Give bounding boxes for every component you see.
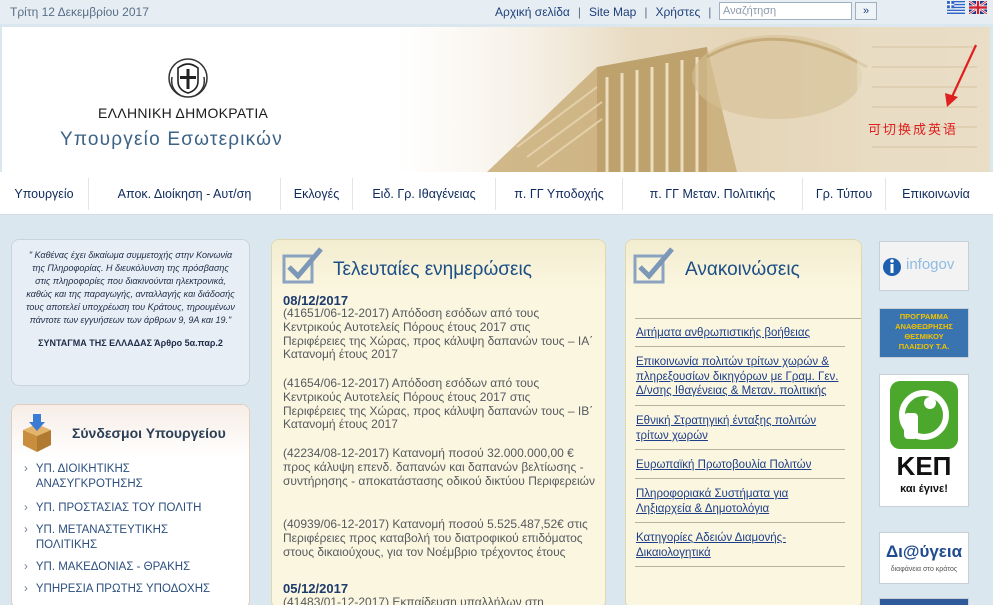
- announcement-link[interactable]: Αιτήματα ανθρωπιστικής βοήθειας: [636, 326, 846, 341]
- greek-emblem-icon: [168, 58, 208, 98]
- nav-item-elections[interactable]: Εκλογές: [281, 178, 353, 210]
- latest-updates-panel: Τελευταίες ενημερώσεις 08/12/2017 (41651…: [271, 239, 606, 605]
- news-item[interactable]: (41651/06-12-2017) Απόδοση εσόδων από το…: [283, 306, 596, 362]
- quote-source: ΣΥΝΤΑΓΜΑ ΤΗΣ ΕΛΛΑΔΑΣ Άρθρο 5α.παρ.2: [38, 338, 223, 348]
- diavgeia-banner[interactable]: Δι@ύγεια διαφάνεια στο κράτος: [879, 532, 969, 584]
- main-nav: Υπουργείο Αποκ. Διοίκηση - Αυτ/ση Εκλογέ…: [0, 172, 993, 215]
- infogov-banner[interactable]: infogov: [879, 241, 969, 291]
- link-label: ΥΠ. ΔΙΟΙΚΗΤΙΚΗΣ ΑΝΑΣΥΓΚΡΟΤΗΣΗΣ: [35, 463, 143, 490]
- quote-text: " Καθένας έχει δικαίωμα συμμετοχής στην …: [26, 250, 235, 325]
- announcement-link[interactable]: Πληροφοριακά Συστήματα για Ληξιαρχεία & …: [636, 487, 846, 516]
- divider: [635, 318, 861, 319]
- nav-item-contact[interactable]: Επικοινωνία: [886, 178, 986, 210]
- separator: |: [644, 5, 648, 19]
- announcement-link[interactable]: Ευρωπαϊκή Πρωτοβουλία Πολιτών: [636, 458, 846, 473]
- links-title: Σύνδεσμοι Υπουργείου: [72, 425, 226, 441]
- link-label: ΥΠ. ΠΡΟΣΤΑΣΙΑΣ ΤΟΥ ΠΟΛΙΤΗ: [35, 502, 202, 514]
- kep-label: ΚΕΠ: [896, 451, 952, 481]
- kep-banner[interactable]: ΚΕΠ και έγινε!: [879, 374, 969, 507]
- announcement-link[interactable]: Επικοινωνία πολιτών τρίτων χωρών & πληρε…: [636, 355, 846, 399]
- annotation-arrow-icon: [945, 44, 977, 107]
- separator: |: [708, 5, 712, 19]
- ministry-title: Υπουργείο Εσωτερικών: [60, 129, 283, 150]
- top-bar: Τρίτη 12 Δεκεμβρίου 2017 Αρχική σελίδα |…: [0, 0, 993, 24]
- ministry-building-image: [477, 27, 990, 172]
- infogov-label: infogov: [906, 256, 955, 273]
- users-link[interactable]: Χρήστες: [655, 5, 700, 19]
- uk-flag-icon[interactable]: [969, 1, 987, 14]
- link-item[interactable]: › ΥΠ. ΔΙΟΙΚΗΤΙΚΗΣ ΑΝΑΣΥΓΚΡΟΤΗΣΗΣ: [24, 462, 186, 492]
- arrow-icon: ›: [24, 463, 28, 475]
- top-links: Αρχική σελίδα | Site Map | Χρήστες |: [495, 5, 719, 19]
- news-item[interactable]: (41483/01-12-2017) Εκπαίδευση υπαλλήλων …: [283, 595, 596, 605]
- programme-line: ΑΝΑΘΕΩΡΗΣΗΣ: [895, 322, 953, 331]
- checkmark-icon: [633, 247, 674, 284]
- announcements-panel: Ανακοινώσεις Αιτήματα ανθρωπιστικής βοήθ…: [625, 239, 862, 605]
- diavgeia-subtitle: διαφάνεια στο κράτος: [890, 566, 958, 573]
- divider: [635, 522, 845, 523]
- arrow-icon: ›: [24, 583, 28, 595]
- divider: [635, 405, 845, 406]
- announcement-link[interactable]: Εθνική Στρατηγική ένταξης πολιτών τρίτων…: [636, 414, 846, 443]
- arrow-icon: ›: [24, 561, 28, 573]
- checkmark-icon: [282, 247, 323, 284]
- news-date: 05/12/2017: [283, 581, 349, 596]
- link-item[interactable]: › ΥΠ. ΜΕΤΑΝΑΣΤΕΥΤΙΚΗΣ ΠΟΛΙΤΙΚΗΣ: [24, 523, 186, 553]
- republic-title: ΕΛΛΗΝΙΚΗ ΔΗΜΟΚΡΑΤΙΑ: [98, 105, 269, 121]
- link-item[interactable]: › ΥΠ. ΠΡΟΣΤΑΣΙΑΣ ΤΟΥ ΠΟΛΙΤΗ: [24, 501, 201, 516]
- divider: [635, 478, 845, 479]
- search-button[interactable]: »: [855, 2, 877, 20]
- link-label: ΥΠ. ΜΑΚΕΔΟΝΙΑΣ - ΘΡΑΚΗΣ: [35, 561, 191, 573]
- annotation-text: 可切换成英语: [868, 123, 959, 138]
- divider: [635, 566, 845, 567]
- constitution-quote-box: " Καθένας έχει δικαίωμα συμμετοχής στην …: [11, 239, 250, 386]
- sitemap-link[interactable]: Site Map: [589, 5, 636, 19]
- announcements-title: Ανακοινώσεις: [685, 259, 800, 280]
- news-item[interactable]: (41654/06-12-2017) Απόδοση εσόδων από το…: [283, 376, 596, 432]
- announcement-link[interactable]: Κατηγορίες Αδειών Διαμονής-Δικαιολογητικ…: [636, 531, 846, 560]
- nav-item-decentralized-admin[interactable]: Αποκ. Διοίκηση - Αυτ/ση: [89, 178, 281, 210]
- divider: [635, 346, 845, 347]
- programme-banner[interactable]: ΠΡΟΓΡΑΜΜΑ ΑΝΑΘΕΩΡΗΣΗΣ ΘΕΣΜΙΚΟΥ ΠΛΑΙΣΙΟΥ …: [879, 308, 969, 358]
- package-download-icon: [23, 414, 51, 452]
- programme-line: ΘΕΣΜΙΚΟΥ: [904, 332, 944, 341]
- link-item[interactable]: › ΥΠ. ΜΑΚΕΔΟΝΙΑΣ - ΘΡΑΚΗΣ: [24, 560, 190, 575]
- link-item[interactable]: › ΥΠΗΡΕΣΙΑ ΠΡΩΤΗΣ ΥΠΟΔΟΧΗΣ: [24, 582, 210, 597]
- latest-updates-title: Τελευταίες ενημερώσεις: [333, 259, 532, 280]
- nav-item-migration-policy[interactable]: π. ΓΓ Μεταν. Πολιτικής: [623, 178, 803, 210]
- search-input[interactable]: [719, 2, 852, 20]
- nav-item-ministry[interactable]: Υπουργείο: [0, 178, 89, 210]
- news-item[interactable]: (42234/08-12-2017) Κατανομή ποσού 32.000…: [283, 446, 596, 488]
- link-label: ΥΠΗΡΕΣΙΑ ΠΡΩΤΗΣ ΥΠΟΔΟΧΗΣ: [35, 583, 211, 595]
- diavgeia-label: Δι@ύγεια: [885, 542, 963, 561]
- nav-item-reception[interactable]: π. ΓΓ Υποδοχής: [496, 178, 623, 210]
- programme-line: ΠΛΑΙΣΙΟΥ Τ.Α.: [898, 342, 950, 351]
- page: Τρίτη 12 Δεκεμβρίου 2017 Αρχική σελίδα |…: [0, 0, 993, 605]
- partial-banner[interactable]: [879, 598, 969, 605]
- home-link[interactable]: Αρχική σελίδα: [495, 5, 570, 19]
- news-item[interactable]: (40939/06-12-2017) Κατανομή ποσού 5.525.…: [283, 517, 596, 559]
- programme-line: ΠΡΟΓΡΑΜΜΑ: [899, 312, 949, 321]
- greek-flag-icon[interactable]: [947, 1, 965, 14]
- arrow-icon: ›: [24, 502, 28, 514]
- ministry-links-box: Σύνδεσμοι Υπουργείου › ΥΠ. ΔΙΟΙΚΗΤΙΚΗΣ ΑΝ…: [11, 404, 250, 605]
- link-label: ΥΠ. ΜΕΤΑΝΑΣΤΕΥΤΙΚΗΣ ΠΟΛΙΤΙΚΗΣ: [35, 524, 169, 551]
- nav-item-citizenship[interactable]: Ειδ. Γρ. Ιθαγένειας: [353, 178, 496, 210]
- divider: [635, 449, 845, 450]
- site-header: ΕΛΛΗΝΙΚΗ ΔΗΜΟΚΡΑΤΙΑ Υπουργείο Εσωτερικών…: [2, 27, 990, 172]
- kep-subtitle: και έγινε!: [900, 483, 948, 495]
- separator: |: [577, 5, 581, 19]
- nav-item-press-office[interactable]: Γρ. Τύπου: [803, 178, 886, 210]
- current-date: Τρίτη 12 Δεκεμβρίου 2017: [10, 5, 149, 19]
- arrow-icon: ›: [24, 524, 28, 536]
